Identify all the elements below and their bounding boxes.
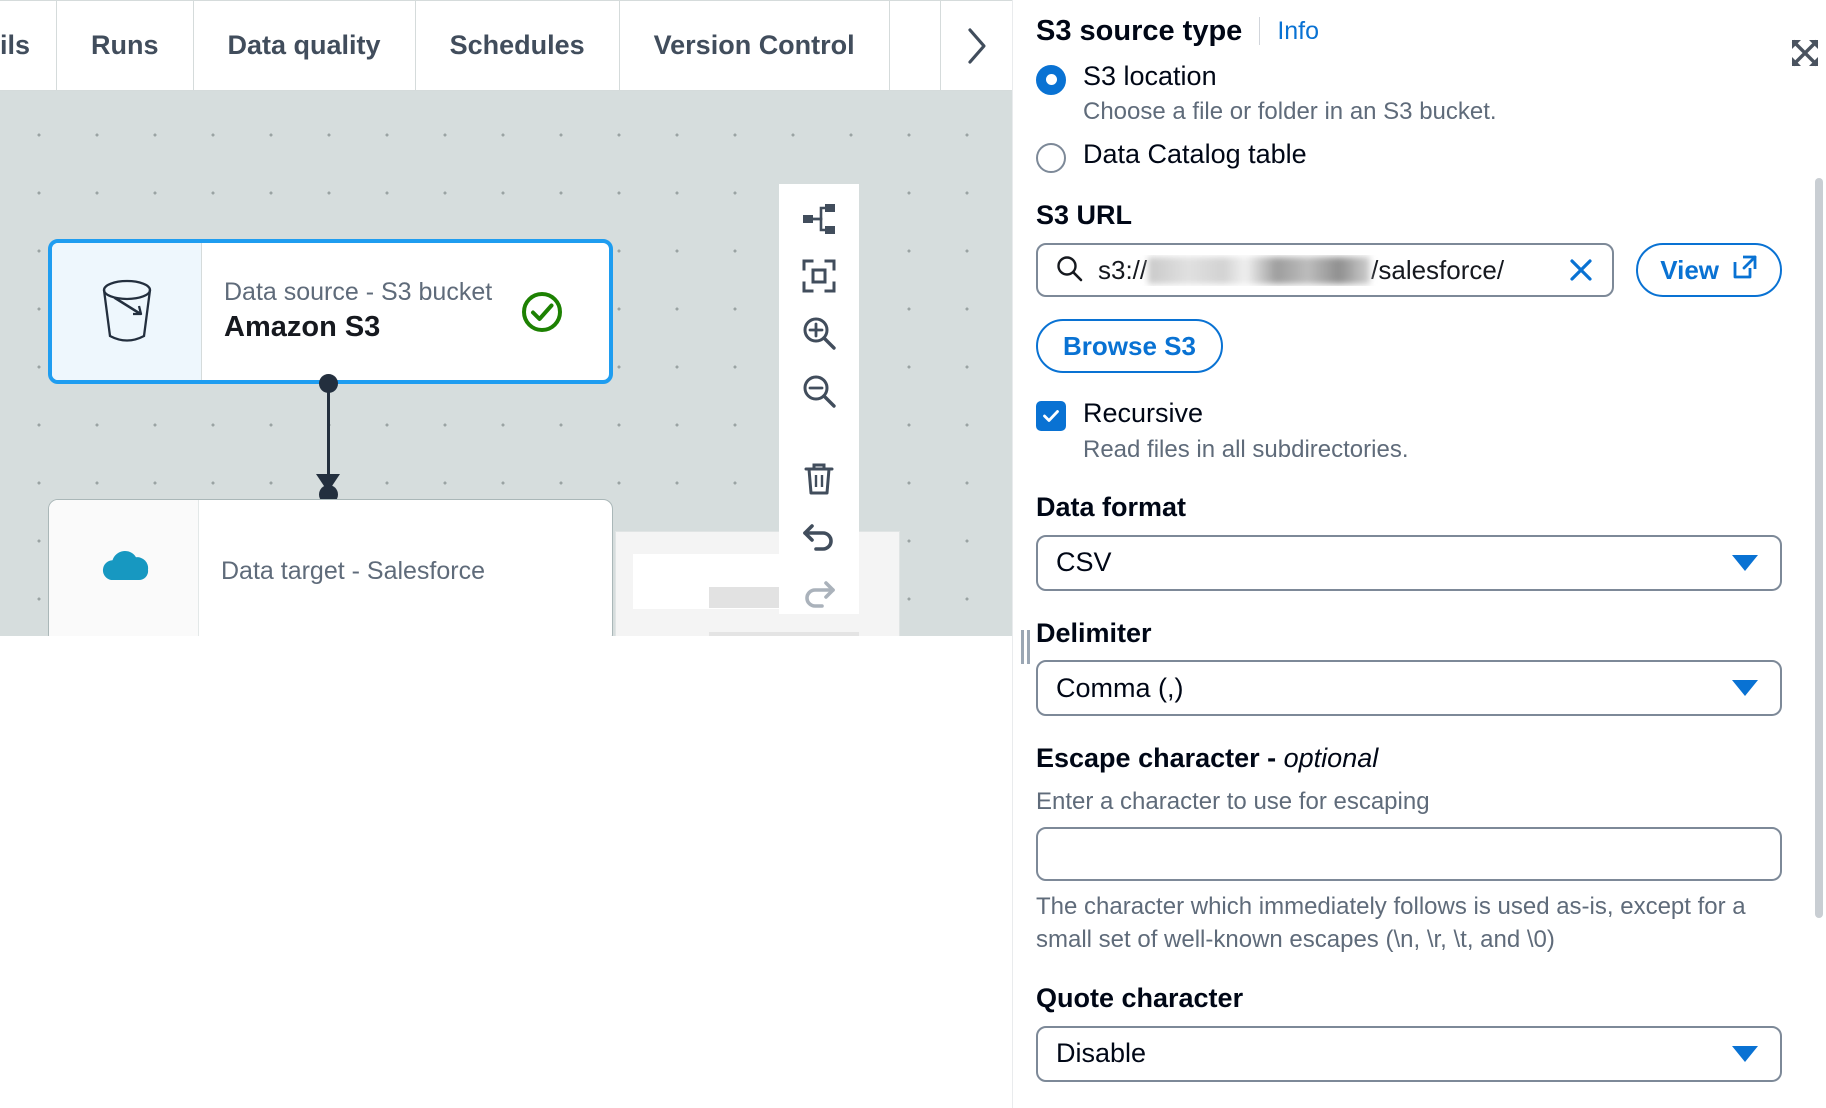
tab-data-quality[interactable]: Data quality <box>194 1 416 90</box>
grip-bar <box>1021 630 1024 664</box>
view-label: View <box>1660 254 1719 285</box>
zoom-out-icon[interactable] <box>793 370 845 411</box>
splitter-grip[interactable] <box>1021 630 1030 664</box>
quote-character-label: Quote character <box>1036 983 1244 1014</box>
quote-character-select[interactable]: Disable <box>1036 1025 1782 1082</box>
checkbox-description: Read files in all subdirectories. <box>1083 435 1409 463</box>
s3-bucket-icon <box>52 243 202 380</box>
graph-layout-icon[interactable] <box>793 198 845 239</box>
external-link-icon <box>1732 254 1758 287</box>
tab-label: Data quality <box>227 30 381 60</box>
zoom-in-icon[interactable] <box>793 313 845 354</box>
close-x-icon[interactable] <box>1564 253 1598 287</box>
checkbox-label: Recursive <box>1083 398 1204 429</box>
checkbox-text: Recursive Read files in all subdirectori… <box>1083 395 1409 465</box>
s3-url-row: s3:// /salesforce/ View <box>1036 243 1782 298</box>
fit-to-screen-icon[interactable] <box>793 255 845 296</box>
s3-source-type-header: S3 source type Info <box>1036 14 1782 49</box>
optional-tag: optional <box>1283 743 1379 774</box>
radio-text: Data Catalog table <box>1083 136 1307 172</box>
node-properties-panel: S3 source type Info S3 location Choose a… <box>1036 0 1826 1108</box>
s3-url-value: s3:// /salesforce/ <box>1098 255 1550 286</box>
checkbox-label: First line of source file contains colum… <box>1083 1104 1653 1108</box>
node-body: Data target - Salesforce <box>199 500 612 636</box>
salesforce-icon <box>49 500 199 636</box>
job-tabs: ils Runs Data quality Schedules Version … <box>0 0 1012 91</box>
undo-icon[interactable] <box>793 515 845 556</box>
delimiter-label: Delimiter <box>1036 617 1152 648</box>
radio-description: Choose a file or folder in an S3 bucket. <box>1083 98 1497 126</box>
graph-edge <box>327 384 330 484</box>
radio-button[interactable] <box>1036 64 1066 95</box>
redo-icon[interactable] <box>793 573 845 614</box>
delimiter-select[interactable]: Comma (,) <box>1036 660 1782 717</box>
tab-runs[interactable]: Runs <box>57 1 194 90</box>
node-text: Data target - Salesforce <box>221 557 485 586</box>
tab-label: ils <box>0 30 31 60</box>
radio-text: S3 location Choose a file or folder in a… <box>1083 58 1497 128</box>
graph-node-salesforce-target[interactable]: Data target - Salesforce <box>48 499 613 636</box>
checkbox[interactable] <box>1036 401 1066 432</box>
trash-icon[interactable] <box>793 458 845 499</box>
radio-label: Data Catalog table <box>1083 139 1307 170</box>
tab-job-details[interactable]: ils <box>0 1 58 90</box>
browse-s3-button[interactable]: Browse S3 <box>1036 319 1223 374</box>
graph-node-amazon-s3-source[interactable]: Data source - S3 bucket Amazon S3 <box>48 239 613 384</box>
tab-version-control[interactable]: Version Control <box>620 1 890 90</box>
quote-character-value: Disable <box>1056 1038 1147 1069</box>
tabstrip-spacer <box>890 1 940 90</box>
node-title: Amazon S3 <box>224 311 381 344</box>
chevron-down-icon <box>1732 1045 1758 1062</box>
left-column: ils Runs Data quality Schedules Version … <box>0 0 1012 1108</box>
chevron-down-icon <box>1732 554 1758 571</box>
escape-character-description: Enter a character to use for escaping <box>1036 788 1430 816</box>
browse-s3-label: Browse S3 <box>1063 330 1196 361</box>
s3-url-label: S3 URL <box>1036 200 1133 231</box>
panel-scrollbar[interactable] <box>1815 178 1823 918</box>
data-format-select[interactable]: CSV <box>1036 534 1782 591</box>
radio-option-data-catalog-table[interactable]: Data Catalog table <box>1036 136 1782 174</box>
tab-label: Version Control <box>653 30 855 60</box>
s3-url-suffix: /salesforce/ <box>1371 254 1505 285</box>
info-link[interactable]: Info <box>1277 17 1319 46</box>
escape-character-input[interactable] <box>1036 827 1782 882</box>
search-icon <box>1054 253 1084 288</box>
tab-schedules[interactable]: Schedules <box>416 1 620 90</box>
section-heading: S3 source type <box>1036 15 1243 47</box>
canvas-toolbar <box>779 184 859 614</box>
s3-url-prefix: s3:// <box>1098 254 1148 285</box>
radio-button[interactable] <box>1036 143 1066 174</box>
panel-splitter[interactable] <box>1012 0 1036 1108</box>
header-checkbox-row[interactable]: First line of source file contains colum… <box>1036 1104 1782 1108</box>
escape-character-hint: The character which immediately follows … <box>1036 893 1746 953</box>
delimiter-value: Comma (,) <box>1056 672 1184 703</box>
data-format-value: CSV <box>1056 547 1112 578</box>
node-body: Data source - S3 bucket Amazon S3 <box>202 243 609 380</box>
expand-icon[interactable] <box>1788 36 1822 70</box>
grip-bar <box>1027 630 1030 664</box>
node-subtitle: Data source - S3 bucket <box>224 278 493 307</box>
radio-label: S3 location <box>1083 60 1217 91</box>
radio-option-s3-location[interactable]: S3 location Choose a file or folder in a… <box>1036 58 1782 128</box>
s3-url-input[interactable]: s3:// /salesforce/ <box>1036 243 1615 298</box>
job-graph-canvas[interactable]: Data source - S3 bucket Amazon S3 Data t… <box>0 91 1012 636</box>
glue-studio-screen: ils Runs Data quality Schedules Version … <box>0 0 1826 1108</box>
chevron-down-icon <box>1732 680 1758 697</box>
panel-inner: S3 source type Info S3 location Choose a… <box>1036 14 1826 1108</box>
view-button[interactable]: View <box>1636 243 1782 298</box>
data-format-label: Data format <box>1036 491 1187 522</box>
tab-label: Runs <box>91 30 159 60</box>
s3-url-redacted-bucket <box>1148 256 1371 284</box>
check-circle-icon <box>518 288 566 336</box>
recursive-checkbox-row[interactable]: Recursive Read files in all subdirectori… <box>1036 395 1782 465</box>
escape-character-label: Escape character - optional <box>1036 742 1782 776</box>
node-text: Data source - S3 bucket Amazon S3 <box>224 278 492 344</box>
node-subtitle: Data target - Salesforce <box>221 557 486 586</box>
divider <box>1259 17 1261 46</box>
data-preview-area: End session Previewing 0 of 0 fields No … <box>0 636 1012 1108</box>
chevron-right-icon[interactable] <box>940 1 1012 90</box>
escape-character-label-text: Escape character - <box>1036 743 1284 774</box>
tab-label: Schedules <box>449 30 585 60</box>
